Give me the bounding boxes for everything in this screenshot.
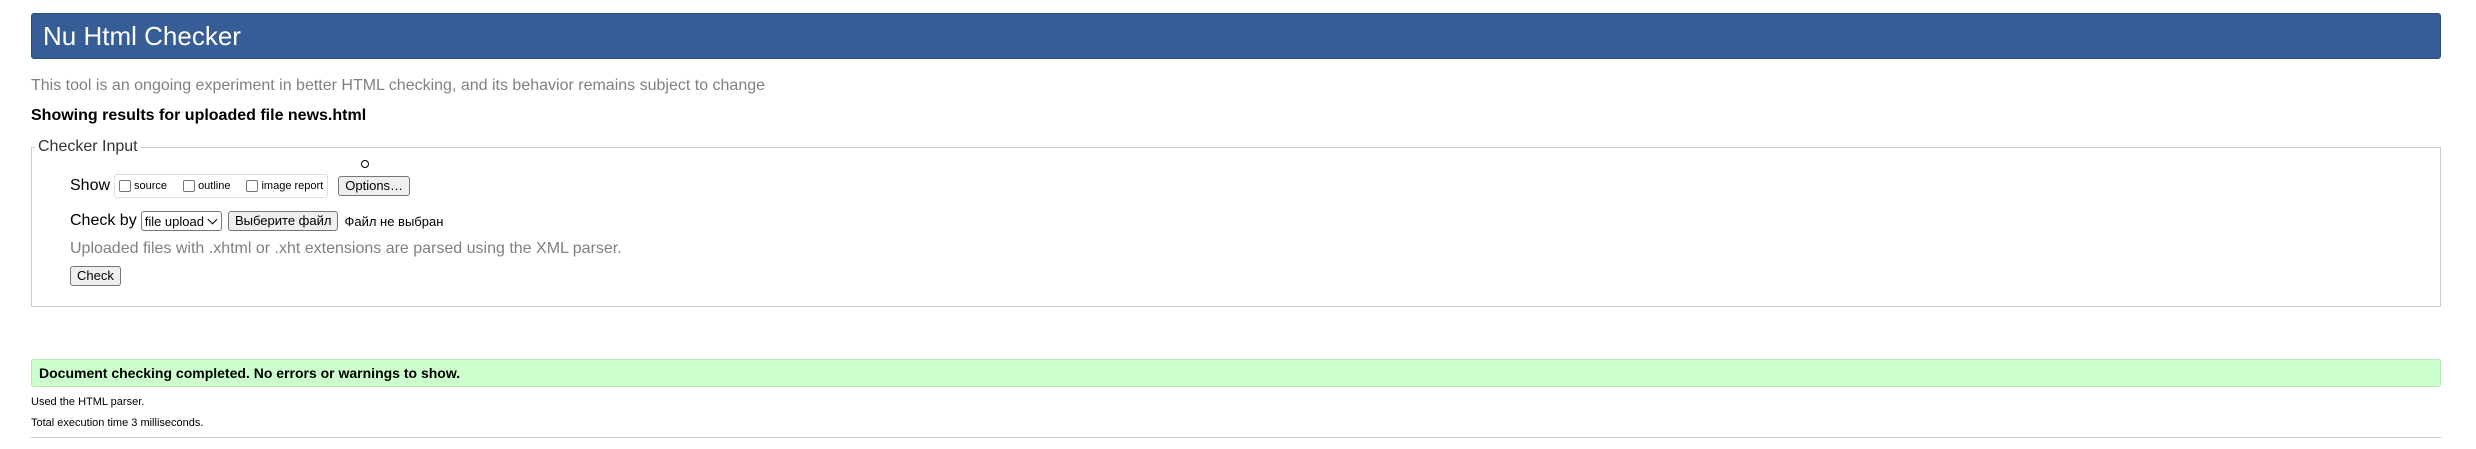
execution-time-text: Total execution time 3 milliseconds. (31, 417, 204, 429)
outline-checkbox-label: outline (198, 180, 231, 192)
outline-checkbox[interactable] (183, 180, 196, 192)
check-by-selected-value: file upload (144, 213, 204, 229)
success-message-box: Document checking completed. No errors o… (31, 359, 2441, 387)
page-header: Nu Html Checker (31, 13, 2441, 59)
mouse-cursor-icon (361, 160, 369, 168)
check-button[interactable]: Check (70, 266, 121, 286)
image-report-checkbox[interactable] (246, 180, 259, 192)
chevron-down-icon (207, 214, 218, 224)
show-option-outline: outline (181, 180, 230, 192)
check-by-row: Check by file upload Выберите файл Файл … (70, 211, 443, 231)
used-parser-text: Used the HTML parser. (31, 396, 145, 408)
divider (31, 437, 2441, 438)
parser-note: Uploaded files with .xhtml or .xht exten… (70, 240, 622, 257)
show-row: Show source outline image report Options… (70, 174, 411, 198)
choose-file-button[interactable]: Выберите файл (227, 211, 339, 231)
file-status-text: Файл не выбран (344, 213, 444, 229)
source-checkbox[interactable] (119, 180, 132, 192)
source-checkbox-label: source (134, 180, 168, 192)
show-option-image-report: image report (244, 180, 323, 192)
success-message: Document checking completed. No errors o… (39, 365, 461, 381)
results-heading: Showing results for uploaded file news.h… (31, 107, 367, 124)
show-options-group: source outline image report (114, 174, 329, 198)
check-by-select[interactable]: file upload (140, 211, 222, 231)
check-by-label: Check by (70, 212, 137, 229)
intro-text: This tool is an ongoing experiment in be… (31, 77, 766, 94)
image-report-checkbox-label: image report (261, 180, 324, 192)
page-title: Nu Html Checker (43, 21, 241, 51)
show-label: Show (70, 177, 111, 194)
show-option-source: source (117, 180, 167, 192)
checker-input-legend: Checker Input (35, 138, 141, 156)
options-button[interactable]: Options… (338, 176, 411, 196)
